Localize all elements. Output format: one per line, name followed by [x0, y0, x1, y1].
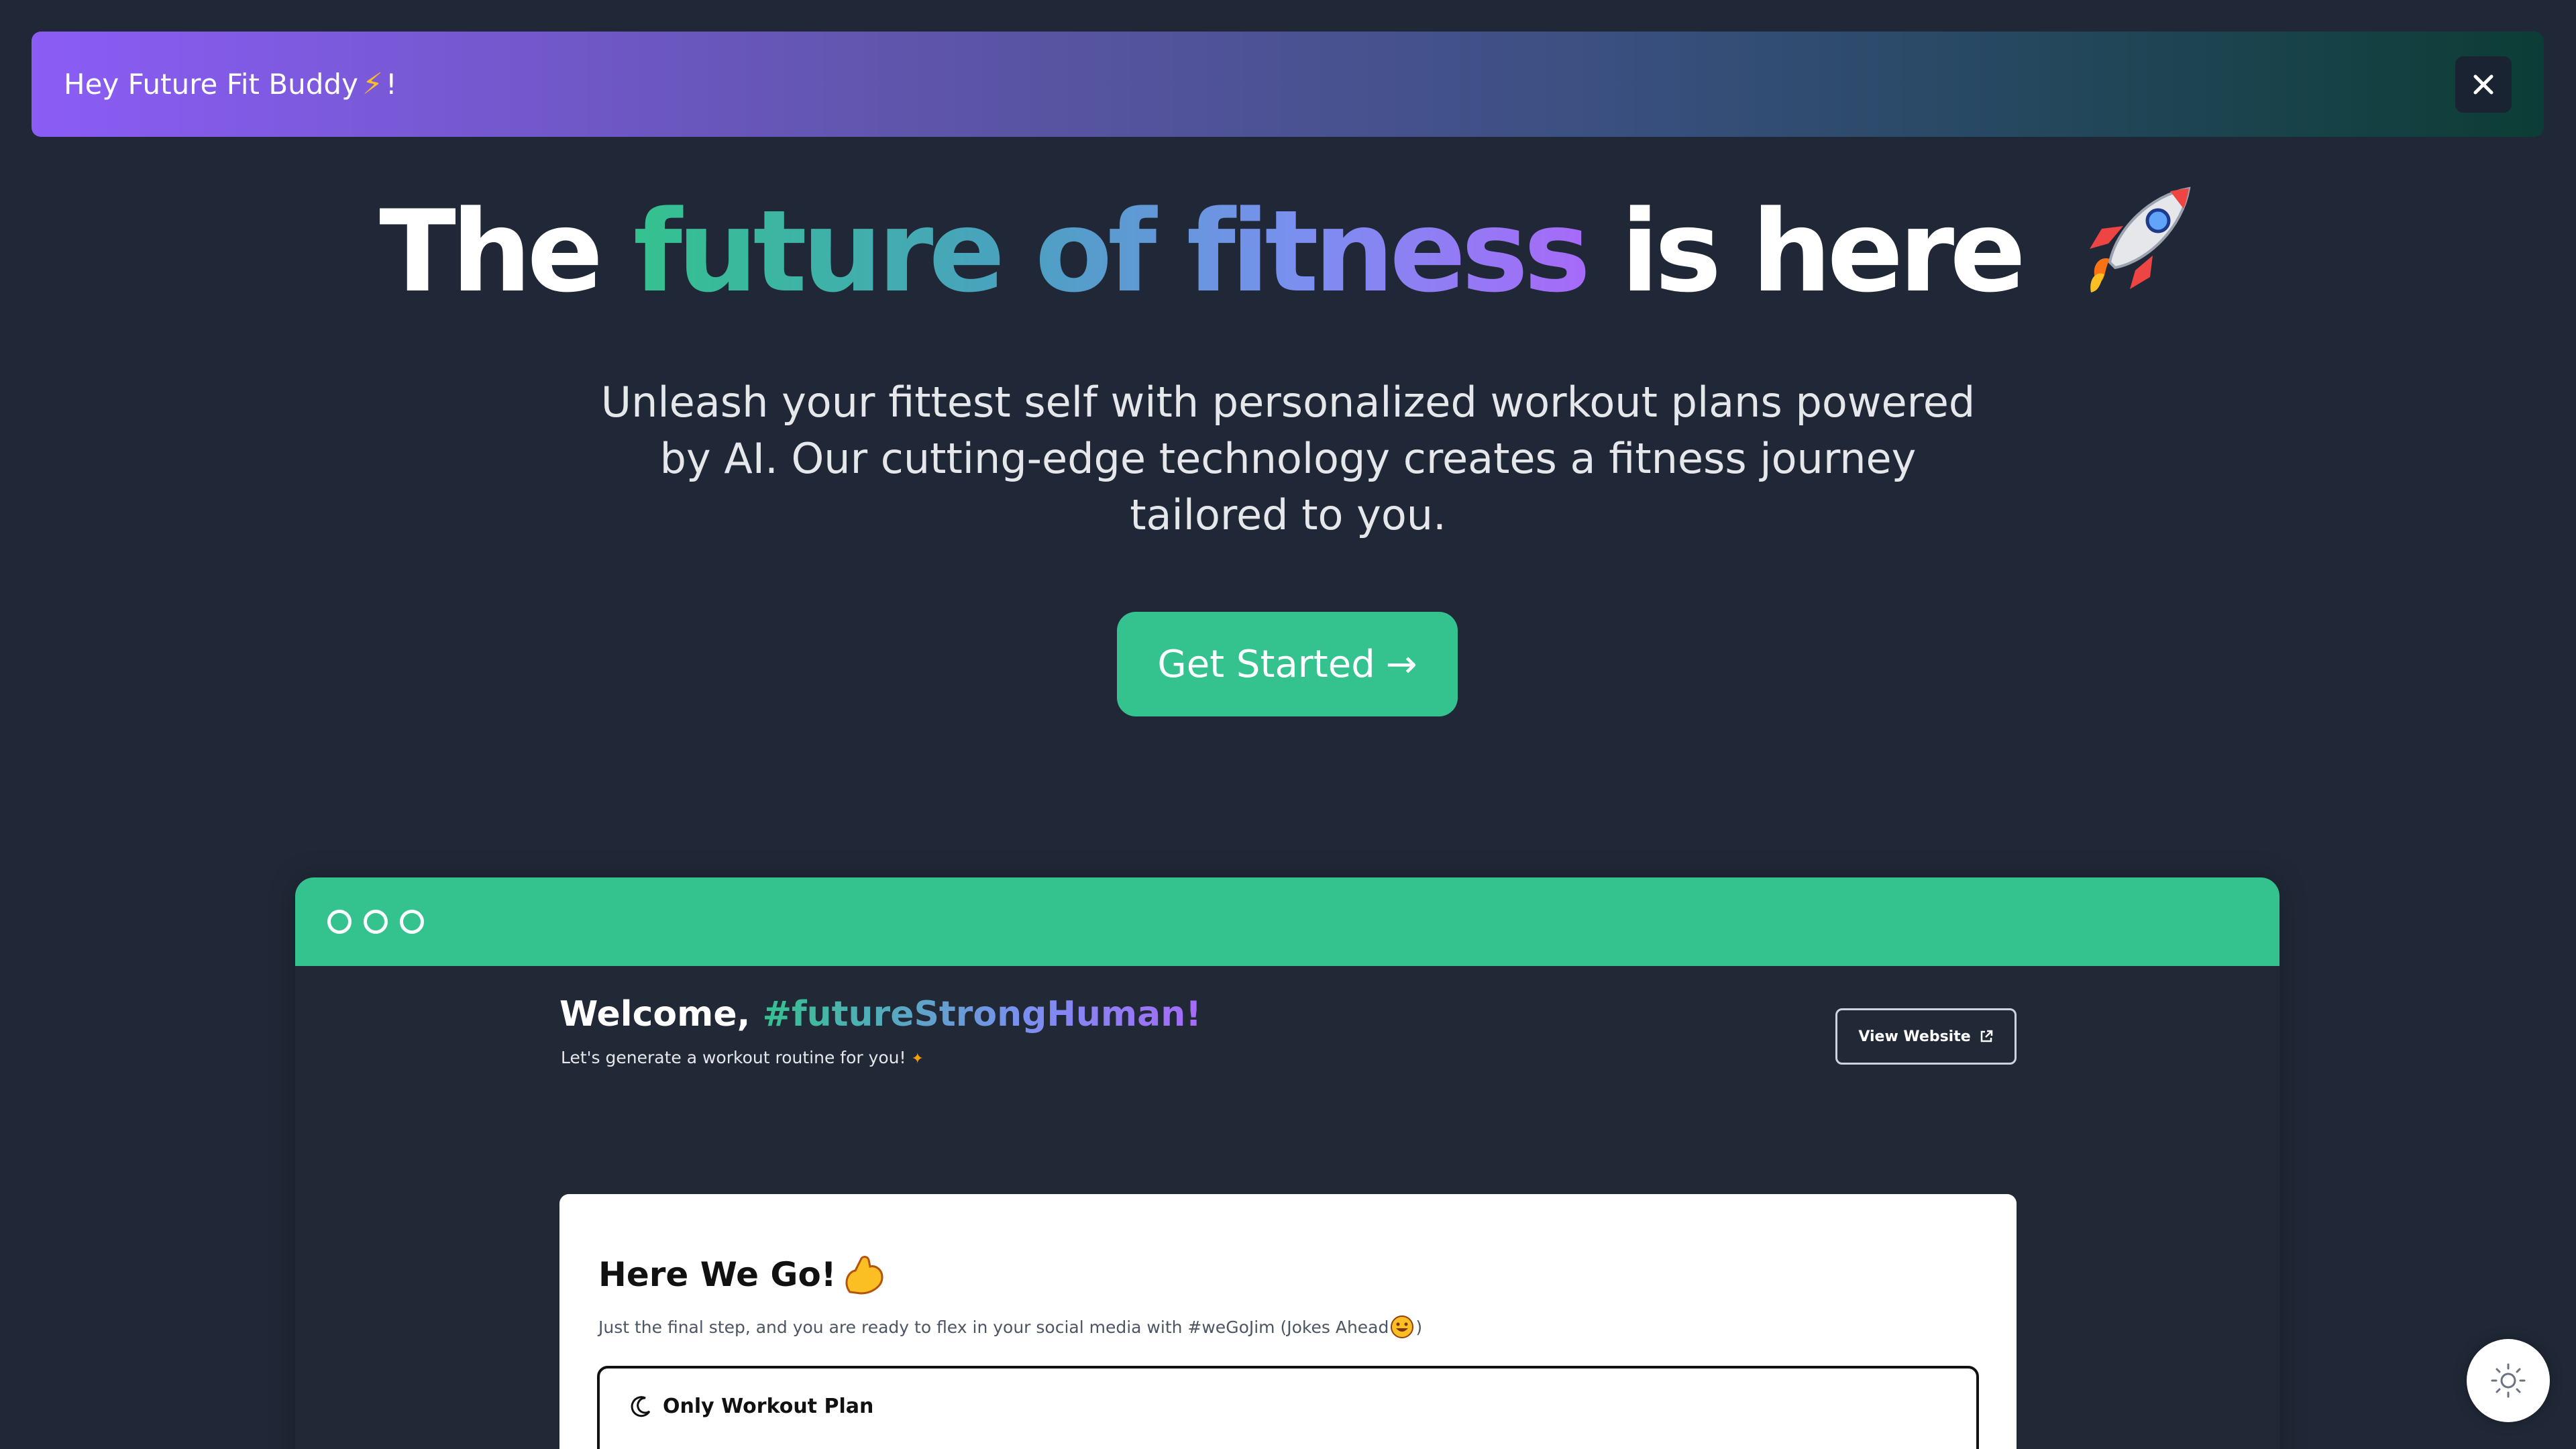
view-website-button[interactable]: View Website [1835, 1008, 2017, 1065]
rocket-icon [2089, 186, 2191, 292]
window-dot-icon [400, 910, 424, 934]
party-icon: ✦ [911, 1051, 924, 1067]
banner-suffix: ! [385, 68, 397, 101]
welcome-heading: Welcome, #futureStrongHuman! [559, 994, 1201, 1034]
banner-greeting: Hey Future Fit Buddy [64, 68, 358, 101]
hero-title-end: is here [1620, 186, 2026, 317]
app-preview-window: Welcome, #futureStrongHuman! Let's gener… [295, 877, 2279, 1449]
landing-page: Hey Future Fit Buddy ⚡ ! The future of f… [0, 0, 2576, 1449]
flexed-biceps-icon [845, 1256, 883, 1295]
card-subtitle-start: Just the final step, and you are ready t… [598, 1317, 1389, 1337]
welcome-hashtag: #futureStrongHuman! [762, 994, 1201, 1034]
hero-title-highlight: future of fitness [633, 186, 1591, 317]
bolt-icon: ⚡ [362, 67, 383, 101]
welcome-subtext: Let's generate a workout routine for you… [561, 1048, 924, 1067]
arrow-right-icon: → [1385, 642, 1417, 686]
card-subtitle: Just the final step, and you are ready t… [598, 1315, 1422, 1339]
moon-icon [631, 1396, 651, 1417]
workout-plan-card: Here We Go! Just the final step, and you… [559, 1194, 2017, 1449]
window-title-bar [295, 877, 2279, 966]
option-label: Only Workout Plan [629, 1394, 873, 1418]
theme-toggle-button[interactable] [2467, 1339, 2550, 1422]
welcome-subtext-label: Let's generate a workout routine for you… [561, 1048, 906, 1067]
option-label-text: Only Workout Plan [663, 1394, 874, 1418]
card-subtitle-end: ) [1415, 1317, 1423, 1337]
window-dot-icon [364, 910, 388, 934]
announcement-banner: Hey Future Fit Buddy ⚡ ! [32, 32, 2544, 137]
grinning-face-icon [1391, 1316, 1414, 1338]
hero-subtitle: Unleash your fittest self with personali… [600, 378, 1976, 539]
preview-content: Welcome, #futureStrongHuman! Let's gener… [295, 966, 2279, 1449]
close-banner-button[interactable] [2455, 56, 2512, 113]
hero-title-start: The [379, 186, 603, 317]
card-title-label: Here We Go! [598, 1255, 837, 1294]
window-dot-icon [327, 910, 352, 934]
view-website-label: View Website [1858, 1028, 1971, 1045]
get-started-button[interactable]: Get Started → [1117, 612, 1458, 716]
banner-message: Hey Future Fit Buddy ⚡ ! [64, 67, 397, 101]
close-icon [2473, 74, 2493, 94]
external-link-icon [1980, 1030, 1992, 1042]
get-started-label: Get Started [1157, 642, 1375, 686]
sun-icon [2491, 1363, 2526, 1398]
hero-title: The future of fitness is here [0, 181, 2576, 322]
welcome-prefix: Welcome, [559, 994, 751, 1034]
card-title: Here We Go! [598, 1253, 886, 1296]
only-workout-plan-option[interactable]: Only Workout Plan [597, 1366, 1979, 1449]
